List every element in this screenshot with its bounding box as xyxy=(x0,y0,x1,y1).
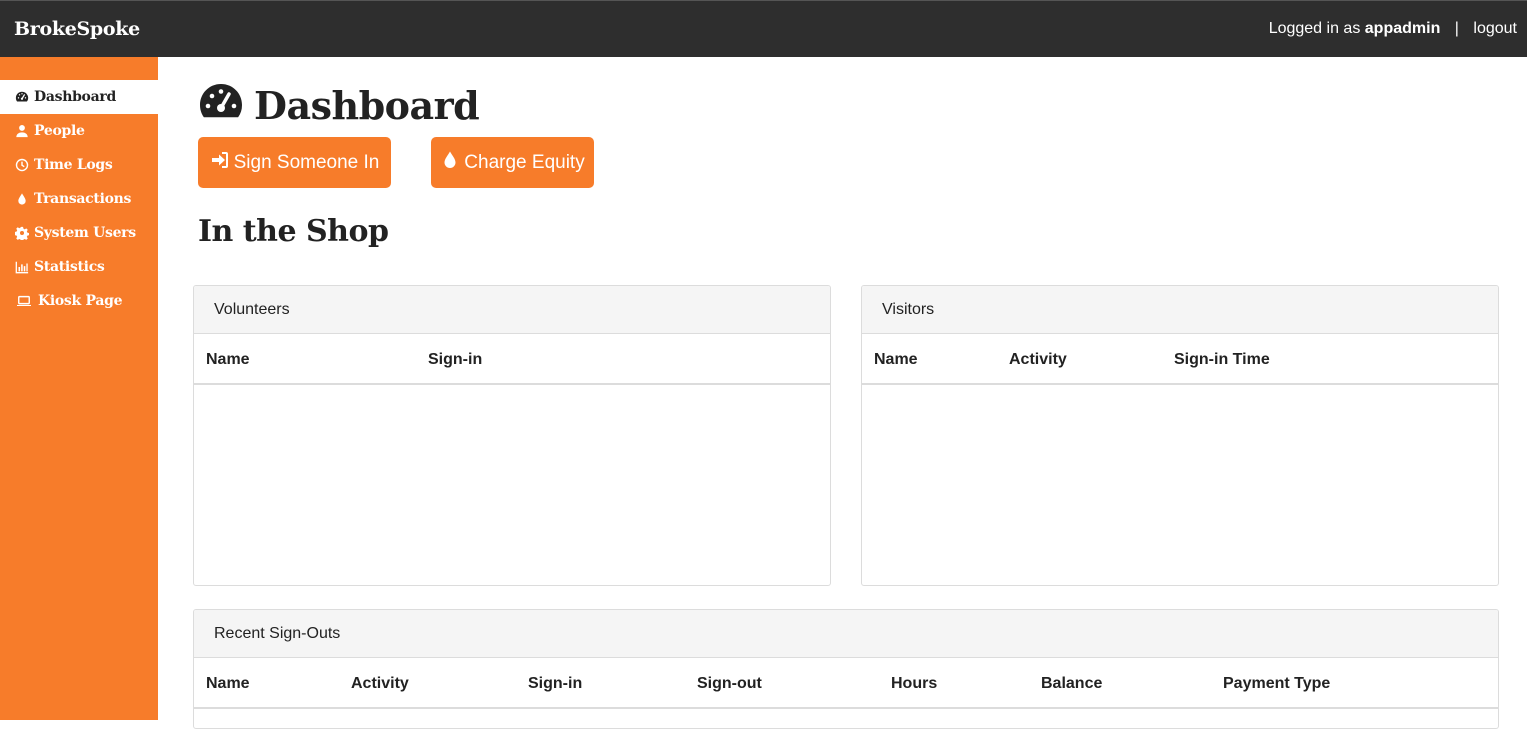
column-header-name: Name xyxy=(206,351,250,368)
sidebar-item-label: Kiosk Page xyxy=(38,293,123,309)
recent-signouts-panel: Recent Sign-Outs Name Activity Sign-in S… xyxy=(193,609,1499,729)
column-header-sign-out: Sign-out xyxy=(697,675,762,692)
column-header-payment-type: Payment Type xyxy=(1223,675,1331,692)
sidebar-item-label: Transactions xyxy=(34,191,132,207)
sidebar-item-kiosk-page[interactable]: Kiosk Page xyxy=(0,284,158,318)
table-header: Name Activity Sign-in Time xyxy=(862,334,1498,385)
chart-icon xyxy=(14,259,30,275)
laptop-icon xyxy=(14,293,34,309)
table-header: Name Activity Sign-in Sign-out Hours Bal… xyxy=(194,658,1498,709)
column-header-balance: Balance xyxy=(1041,675,1103,692)
button-label: Charge Equity xyxy=(464,151,585,173)
sidebar-item-transactions[interactable]: Transactions xyxy=(0,182,158,216)
volunteers-panel: Volunteers Name Sign-in xyxy=(193,285,831,586)
table-header: Name Sign-in xyxy=(194,334,830,385)
page-title-text: Dashboard xyxy=(254,82,480,128)
drop-icon xyxy=(440,150,464,176)
user-info: Logged in as appadmin | logout xyxy=(1269,20,1517,38)
panel-heading: Recent Sign-Outs xyxy=(194,610,1498,658)
drop-icon xyxy=(14,191,30,207)
column-header-sign-in: Sign-in xyxy=(428,351,483,368)
column-header-activity: Activity xyxy=(1009,351,1067,368)
top-navbar: BrokeSpoke Logged in as appadmin | logou… xyxy=(0,0,1527,57)
column-header-name: Name xyxy=(206,675,250,692)
sidebar-item-time-logs[interactable]: Time Logs xyxy=(0,148,158,182)
brand-logo[interactable]: BrokeSpoke xyxy=(14,18,140,40)
column-header-sign-in-time: Sign-in Time xyxy=(1174,351,1270,368)
sidebar: Dashboard People Time Logs Transactions … xyxy=(0,57,158,720)
panel-heading: Visitors xyxy=(862,286,1498,334)
sidebar-item-label: Statistics xyxy=(34,259,105,275)
sidebar-item-system-users[interactable]: System Users xyxy=(0,216,158,250)
user-icon xyxy=(14,123,30,139)
logged-in-label: Logged in as xyxy=(1268,20,1361,37)
column-header-name: Name xyxy=(874,351,918,368)
sign-someone-in-button[interactable]: Sign Someone In xyxy=(198,137,391,188)
column-header-sign-in: Sign-in xyxy=(528,675,583,692)
dashboard-icon xyxy=(14,89,30,105)
sidebar-item-people[interactable]: People xyxy=(0,114,158,148)
username: appadmin xyxy=(1364,20,1441,37)
sidebar-item-statistics[interactable]: Statistics xyxy=(0,250,158,284)
sidebar-item-label: Time Logs xyxy=(34,157,113,173)
gear-icon xyxy=(14,225,30,241)
sign-in-icon xyxy=(210,150,234,176)
separator: | xyxy=(1454,20,1459,37)
dashboard-icon xyxy=(198,81,254,130)
button-label: Sign Someone In xyxy=(233,151,380,173)
column-header-hours: Hours xyxy=(891,675,938,692)
sidebar-item-label: Dashboard xyxy=(34,89,116,105)
sidebar-item-dashboard[interactable]: Dashboard xyxy=(0,80,158,114)
sidebar-item-label: System Users xyxy=(34,225,136,241)
sidebar-item-label: People xyxy=(34,123,85,139)
charge-equity-button[interactable]: Charge Equity xyxy=(431,137,594,188)
panel-heading: Volunteers xyxy=(194,286,830,334)
logout-link[interactable]: logout xyxy=(1473,20,1517,37)
column-header-activity: Activity xyxy=(351,675,409,692)
section-title: In the Shop xyxy=(198,214,389,249)
visitors-panel: Visitors Name Activity Sign-in Time xyxy=(861,285,1499,586)
clock-icon xyxy=(14,157,30,173)
page-title: Dashboard xyxy=(198,81,480,130)
